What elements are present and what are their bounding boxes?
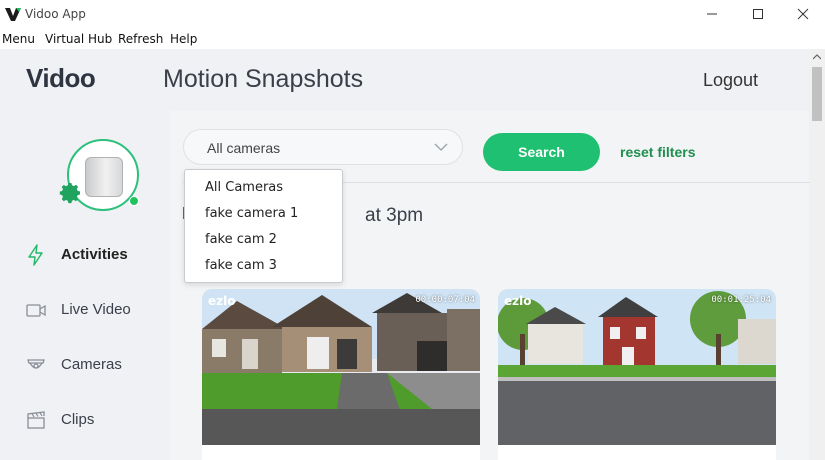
dropdown-option-fake-cam-3[interactable]: fake cam 3 bbox=[205, 258, 277, 273]
card-footer bbox=[498, 445, 776, 460]
video-camera-icon bbox=[26, 304, 46, 317]
sidebar-item-label: Cameras bbox=[61, 356, 122, 373]
vertical-scrollbar[interactable] bbox=[809, 49, 825, 460]
camera-select[interactable]: All cameras bbox=[183, 129, 463, 165]
reset-filters-link[interactable]: reset filters bbox=[620, 144, 695, 160]
maximize-button[interactable] bbox=[735, 0, 781, 28]
online-status-dot bbox=[129, 196, 139, 206]
sidebar-item-activities[interactable]: Activities bbox=[0, 234, 170, 274]
camera-select-value: All cameras bbox=[207, 140, 281, 156]
gear-icon[interactable] bbox=[59, 181, 83, 205]
menu-item-refresh[interactable]: Refresh bbox=[118, 32, 163, 46]
menu-item-help[interactable]: Help bbox=[170, 32, 197, 46]
snapshot-card[interactable]: ezlo 00:01:25:04 bbox=[498, 289, 776, 460]
brand-logo[interactable]: Vidoo bbox=[26, 63, 96, 94]
logout-button[interactable]: Logout bbox=[703, 70, 758, 91]
sidebar-item-label: Activities bbox=[61, 246, 128, 263]
search-button[interactable]: Search bbox=[483, 133, 600, 171]
snapshot-card[interactable]: ezlo 00:00:07:04 bbox=[202, 289, 480, 460]
snapshot-image bbox=[498, 289, 776, 445]
clapperboard-icon bbox=[27, 411, 45, 429]
maximize-icon bbox=[753, 9, 763, 19]
dropdown-option-fake-cam-2[interactable]: fake cam 2 bbox=[205, 232, 277, 247]
dropdown-option-fake-camera-1[interactable]: fake camera 1 bbox=[205, 206, 298, 221]
chevron-down-icon bbox=[434, 143, 448, 151]
menubar: Menu Virtual Hub Refresh Help bbox=[0, 28, 825, 48]
sidebar-item-label: Clips bbox=[61, 411, 95, 428]
sidebar-item-cameras[interactable]: Cameras bbox=[0, 344, 170, 384]
dropdown-option-all-cameras[interactable]: All Cameras bbox=[205, 180, 283, 195]
card-footer bbox=[202, 445, 480, 460]
minimize-icon bbox=[707, 13, 717, 15]
snapshot-timestamp: 00:00:07:04 bbox=[415, 295, 475, 305]
date-heading: at 3pm bbox=[365, 205, 424, 226]
scroll-up-button[interactable] bbox=[809, 49, 825, 65]
close-button[interactable] bbox=[780, 0, 825, 28]
page-title: Motion Snapshots bbox=[163, 65, 364, 93]
sidebar: Activities Live Video Cameras Clips bbox=[0, 111, 170, 460]
security-camera-icon bbox=[27, 359, 45, 369]
vidoo-logo-icon bbox=[5, 8, 21, 21]
app-header: Vidoo Motion Snapshots Logout bbox=[0, 49, 809, 111]
window-title: Vidoo App bbox=[25, 7, 86, 21]
ezlo-logo: ezlo bbox=[208, 294, 236, 308]
window-titlebar: Vidoo App bbox=[0, 0, 825, 28]
sidebar-item-live-video[interactable]: Live Video bbox=[0, 289, 170, 329]
chevron-up-icon bbox=[813, 54, 821, 60]
sidebar-item-clips[interactable]: Clips bbox=[0, 399, 170, 439]
ezlo-logo: ezlo bbox=[504, 294, 532, 308]
minimize-button[interactable] bbox=[689, 0, 735, 28]
camera-dropdown-menu: All Cameras fake camera 1 fake cam 2 fak… bbox=[184, 169, 343, 283]
scrollbar-thumb[interactable] bbox=[812, 67, 822, 121]
menu-item-menu[interactable]: Menu bbox=[2, 32, 35, 46]
hub-device-image bbox=[85, 157, 123, 197]
menu-item-virtual-hub[interactable]: Virtual Hub bbox=[45, 32, 112, 46]
snapshot-image bbox=[202, 289, 480, 445]
close-icon bbox=[797, 8, 809, 20]
lightning-icon bbox=[28, 244, 43, 266]
sidebar-item-label: Live Video bbox=[61, 301, 131, 318]
snapshot-timestamp: 00:01:25:04 bbox=[711, 295, 771, 305]
